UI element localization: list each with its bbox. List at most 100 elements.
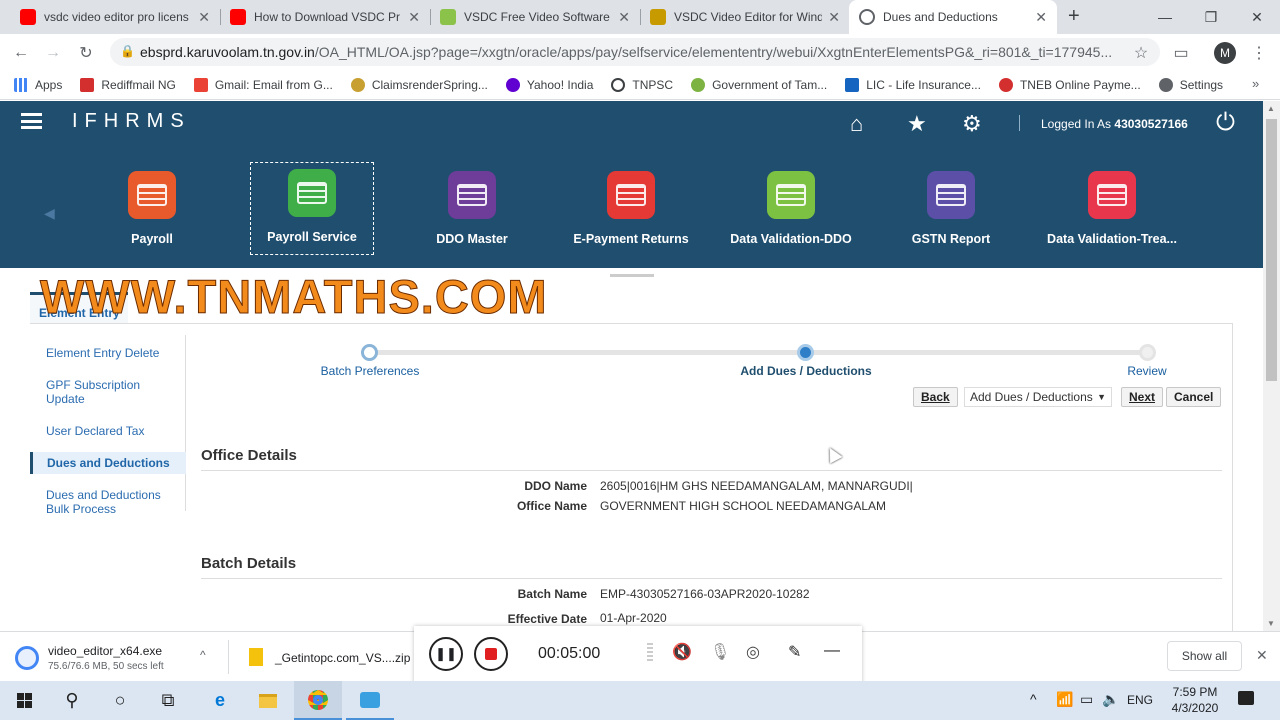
close-tab-icon[interactable]: ✕ <box>1035 9 1047 26</box>
bookmark-item[interactable]: Rediffmail NG <box>80 77 176 92</box>
train-label-review: Review <box>1127 364 1167 378</box>
stop-icon[interactable] <box>474 637 508 671</box>
office-details-heading: Office Details <box>201 447 297 464</box>
favorites-star-icon[interactable]: ★ <box>907 111 927 137</box>
network-icon[interactable]: 📶 <box>1056 691 1073 708</box>
new-tab-button[interactable]: + <box>1068 5 1080 28</box>
show-all-button[interactable]: Show all <box>1167 641 1242 671</box>
globe-icon <box>859 9 875 25</box>
scroll-down-arrow-icon[interactable]: ▼ <box>1267 619 1275 628</box>
train-step-1[interactable] <box>361 344 378 361</box>
scroll-up-arrow-icon[interactable]: ▲ <box>1267 104 1275 113</box>
url-bar[interactable]: 🔒 ebsprd.karuvoolam.tn.gov.in/OA_HTML/OA… <box>110 38 1160 66</box>
close-tab-icon[interactable]: ✕ <box>408 9 420 26</box>
close-tab-icon[interactable]: ✕ <box>828 9 840 26</box>
task-view-icon[interactable]: ⧉ <box>144 681 192 720</box>
windows-start-icon[interactable] <box>0 681 48 720</box>
browser-tab[interactable]: VSDC Video Editor for Wind ✕ <box>640 0 850 34</box>
forward-arrow-icon[interactable]: → <box>42 42 64 64</box>
gmail-icon <box>193 77 208 92</box>
minimize-button[interactable]: — <box>1142 0 1188 34</box>
tile-gstn-report[interactable]: GSTN Report <box>876 171 1026 246</box>
home-icon[interactable]: ⌂ <box>850 111 863 137</box>
cortana-icon[interactable]: ○ <box>96 681 144 720</box>
bookmark-apps[interactable]: Apps <box>14 77 62 92</box>
carousel-prev-icon[interactable]: ◀ <box>44 205 55 222</box>
volume-icon[interactable]: 🔈 <box>1102 691 1119 708</box>
tray-chevron-icon[interactable]: ^ <box>1030 691 1037 707</box>
dropdown-arrow-icon: ▼ <box>1097 392 1106 402</box>
browser-tab[interactable]: How to Download VSDC Pr ✕ <box>220 0 430 34</box>
window-close-button[interactable]: ✕ <box>1234 0 1280 34</box>
close-shelf-icon[interactable]: ✕ <box>1256 647 1268 664</box>
tneb-icon <box>998 77 1013 92</box>
mic-off-icon[interactable]: 🎙 <box>710 642 730 662</box>
close-tab-icon[interactable]: ✕ <box>618 9 630 26</box>
bookmark-item[interactable]: Government of Tam... <box>691 77 827 92</box>
nav-element-entry-delete[interactable]: Element Entry Delete <box>30 342 186 364</box>
nav-user-declared-tax[interactable]: User Declared Tax <box>30 420 186 442</box>
search-icon[interactable]: ⚲ <box>48 681 96 720</box>
logout-power-icon[interactable]: ⏻ <box>1216 109 1235 137</box>
tile-payroll-service[interactable]: Payroll Service <box>237 169 387 244</box>
tile-data-validation-treasury[interactable]: Data Validation-Trea... <box>1037 171 1187 246</box>
nav-dues-deductions-bulk[interactable]: Dues and Deductions Bulk Process <box>30 484 186 520</box>
battery-icon[interactable]: ▭ <box>1080 691 1093 708</box>
ddo-name-label: DDO Name <box>524 479 587 493</box>
scrollbar-thumb[interactable] <box>1266 119 1277 381</box>
train-step-2[interactable] <box>797 344 814 361</box>
bookmark-item[interactable]: Gmail: Email from G... <box>193 77 333 92</box>
cancel-button[interactable]: Cancel <box>1166 387 1222 407</box>
restore-button[interactable]: ❐ <box>1188 0 1234 34</box>
bookmark-item[interactable]: Yahoo! India <box>505 77 593 92</box>
ddo-name-value: 2605|0016|HM GHS NEEDAMANGALAM, MANNARGU… <box>600 479 913 493</box>
camera-off-icon[interactable]: ◎ <box>746 642 760 662</box>
close-tab-icon[interactable]: ✕ <box>198 9 210 26</box>
chevron-up-icon[interactable]: ^ <box>200 648 206 662</box>
train-step-3[interactable] <box>1139 344 1156 361</box>
page-scrollbar[interactable]: ▲ ▼ <box>1263 101 1280 631</box>
nav-dues-and-deductions[interactable]: Dues and Deductions <box>30 452 186 474</box>
gov-emblem-icon <box>691 77 706 92</box>
cast-icon[interactable]: ▭ <box>1170 42 1192 64</box>
speaker-mute-icon[interactable]: 🔇 <box>672 642 692 662</box>
bookmark-item[interactable]: ClaimsrenderSpring... <box>350 77 488 92</box>
nav-gpf-subscription-update[interactable]: GPF Subscription Update <box>30 374 186 410</box>
action-center-icon[interactable] <box>1238 691 1254 705</box>
menu-dots-icon[interactable]: ⋮ <box>1248 42 1270 64</box>
bookmark-item[interactable]: TNEB Online Payme... <box>998 77 1141 92</box>
language-indicator[interactable]: ENG <box>1127 693 1153 707</box>
pen-draw-icon[interactable]: ✎ <box>788 642 801 662</box>
profile-avatar[interactable]: M <box>1214 42 1236 64</box>
tile-e-payment-returns[interactable]: E-Payment Returns <box>556 171 706 246</box>
settings-gear-icon[interactable]: ⚙ <box>962 111 982 137</box>
step-select[interactable]: Add Dues / Deductions ▼ <box>964 387 1112 407</box>
file-explorer-icon[interactable] <box>244 681 292 720</box>
star-icon[interactable]: ☆ <box>1130 42 1152 64</box>
chrome-icon[interactable] <box>294 681 342 720</box>
minimize-recorder-icon[interactable]: — <box>824 642 840 660</box>
tile-data-validation-ddo[interactable]: Data Validation-DDO <box>716 171 866 246</box>
clock[interactable]: 7:59 PM 4/3/2020 <box>1160 684 1230 716</box>
download-item[interactable]: video_editor_x64.exe 75.6/76.6 MB, 50 se… <box>0 632 228 682</box>
bookmark-item[interactable]: Settings <box>1158 77 1223 92</box>
pause-icon[interactable]: ❚❚ <box>429 637 463 671</box>
back-button[interactable]: Back <box>913 387 958 407</box>
hamburger-menu-icon[interactable] <box>21 113 42 129</box>
bookmark-item[interactable]: TNPSC <box>611 77 673 92</box>
tile-ddo-master[interactable]: DDO Master <box>397 171 547 246</box>
browser-tab[interactable]: VSDC Free Video Software ✕ <box>430 0 640 34</box>
video-editor-icon[interactable] <box>346 681 394 720</box>
back-arrow-icon[interactable]: ← <box>10 42 32 64</box>
download-item[interactable]: _Getintopc.com_VS....zip <box>229 632 419 682</box>
browser-tab-active[interactable]: Dues and Deductions ✕ <box>849 0 1057 34</box>
gear-icon <box>1158 77 1173 92</box>
reload-icon[interactable]: ↻ <box>75 42 97 64</box>
bookmark-item[interactable]: LIC - Life Insurance... <box>845 77 981 92</box>
apps-grid-icon <box>14 77 28 92</box>
more-bookmarks-icon[interactable]: » <box>1252 76 1259 91</box>
browser-tab[interactable]: vsdc video editor pro licens ✕ <box>10 0 220 34</box>
next-button[interactable]: Next <box>1121 387 1164 407</box>
tile-payroll[interactable]: Payroll <box>77 171 227 246</box>
edge-icon[interactable]: e <box>196 681 244 720</box>
